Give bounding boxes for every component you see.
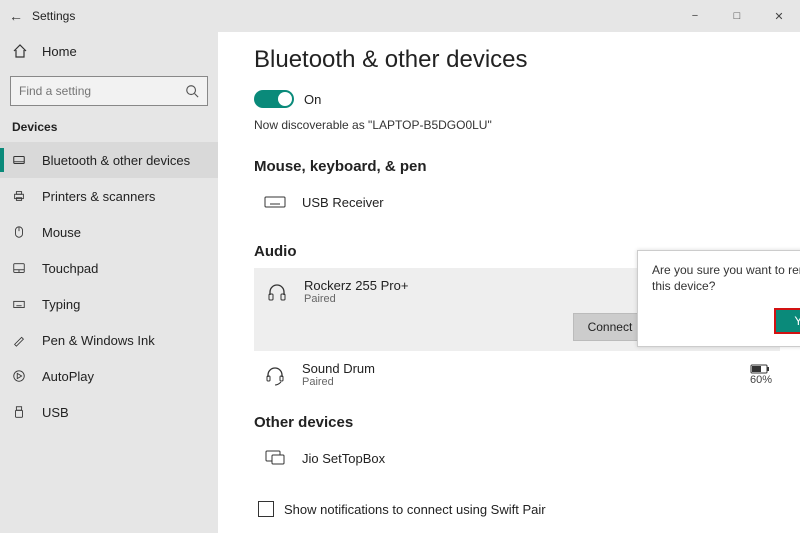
- minimize-button[interactable]: −: [674, 0, 716, 32]
- title-bar: ← Settings − □ ✕: [0, 0, 800, 32]
- toggle-label: On: [304, 92, 321, 107]
- headset-icon: [262, 362, 288, 388]
- device-settopbox[interactable]: Jio SetTopBox: [254, 439, 780, 477]
- sidebar-item-bluetooth[interactable]: Bluetooth & other devices: [0, 142, 218, 178]
- display-icon: [262, 445, 288, 471]
- pen-icon: [12, 333, 28, 347]
- device-status: Paired: [304, 293, 408, 305]
- device-name: Jio SetTopBox: [302, 451, 385, 466]
- sidebar-item-autoplay[interactable]: AutoPlay: [0, 358, 218, 394]
- page-title: Bluetooth & other devices: [254, 46, 780, 74]
- popup-text: Are you sure you want to remove this dev…: [652, 263, 800, 294]
- sidebar-item-label: USB: [42, 405, 69, 420]
- swift-pair-label: Show notifications to connect using Swif…: [284, 502, 546, 517]
- device-name: Rockerz 255 Pro+: [304, 278, 408, 293]
- bluetooth-toggle[interactable]: [254, 90, 294, 108]
- touchpad-icon: [12, 261, 28, 275]
- battery-percent: 60%: [750, 374, 772, 386]
- sidebar: Home Devices Bluetooth & other devices P…: [0, 32, 218, 533]
- close-button[interactable]: ✕: [758, 0, 800, 32]
- sidebar-item-typing[interactable]: Typing: [0, 286, 218, 322]
- sidebar-item-printers[interactable]: Printers & scanners: [0, 178, 218, 214]
- sidebar-item-label: Mouse: [42, 225, 81, 240]
- battery-icon: [750, 364, 770, 374]
- bluetooth-icon: [12, 153, 28, 167]
- back-button[interactable]: ←: [0, 8, 32, 24]
- printer-icon: [12, 189, 28, 203]
- sidebar-item-label: Pen & Windows Ink: [42, 333, 155, 348]
- sidebar-item-mouse[interactable]: Mouse: [0, 214, 218, 250]
- section-mouse-kbd-pen: Mouse, keyboard, & pen: [254, 158, 780, 175]
- sidebar-item-label: AutoPlay: [42, 369, 94, 384]
- device-keyboard-icon: [262, 189, 288, 215]
- sidebar-item-label: Printers & scanners: [42, 189, 155, 204]
- device-sound-drum[interactable]: Sound Drum Paired 60%: [254, 355, 780, 394]
- sidebar-item-label: Bluetooth & other devices: [42, 153, 190, 168]
- keyboard-icon: [12, 297, 28, 311]
- search-box[interactable]: [10, 76, 208, 106]
- autoplay-icon: [12, 369, 28, 383]
- section-other: Other devices: [254, 414, 780, 431]
- maximize-button[interactable]: □: [716, 0, 758, 32]
- search-input[interactable]: [19, 84, 185, 98]
- content-area: Bluetooth & other devices On Now discove…: [218, 32, 800, 533]
- remove-confirm-popup: Are you sure you want to remove this dev…: [637, 250, 800, 347]
- discoverable-text: Now discoverable as "LAPTOP-B5DGO0LU": [254, 118, 780, 132]
- device-name: Sound Drum: [302, 361, 375, 376]
- sidebar-item-touchpad[interactable]: Touchpad: [0, 250, 218, 286]
- sidebar-item-label: Touchpad: [42, 261, 98, 276]
- mouse-icon: [12, 225, 28, 239]
- search-icon: [185, 84, 199, 98]
- swift-pair-row[interactable]: Show notifications to connect using Swif…: [254, 501, 780, 517]
- swift-pair-checkbox[interactable]: [258, 501, 274, 517]
- sidebar-item-label: Typing: [42, 297, 80, 312]
- sidebar-item-usb[interactable]: USB: [0, 394, 218, 430]
- device-name: USB Receiver: [302, 195, 384, 210]
- window-title: Settings: [32, 9, 75, 23]
- popup-yes-button[interactable]: Yes: [774, 308, 800, 334]
- home-icon: [12, 43, 28, 59]
- device-status: Paired: [302, 376, 375, 388]
- device-usb-receiver[interactable]: USB Receiver: [254, 183, 780, 221]
- sidebar-item-pen[interactable]: Pen & Windows Ink: [0, 322, 218, 358]
- sidebar-group-label: Devices: [0, 116, 218, 142]
- headphones-icon: [264, 279, 290, 305]
- usb-icon: [12, 405, 28, 419]
- home-label: Home: [42, 44, 77, 59]
- home-link[interactable]: Home: [0, 32, 218, 70]
